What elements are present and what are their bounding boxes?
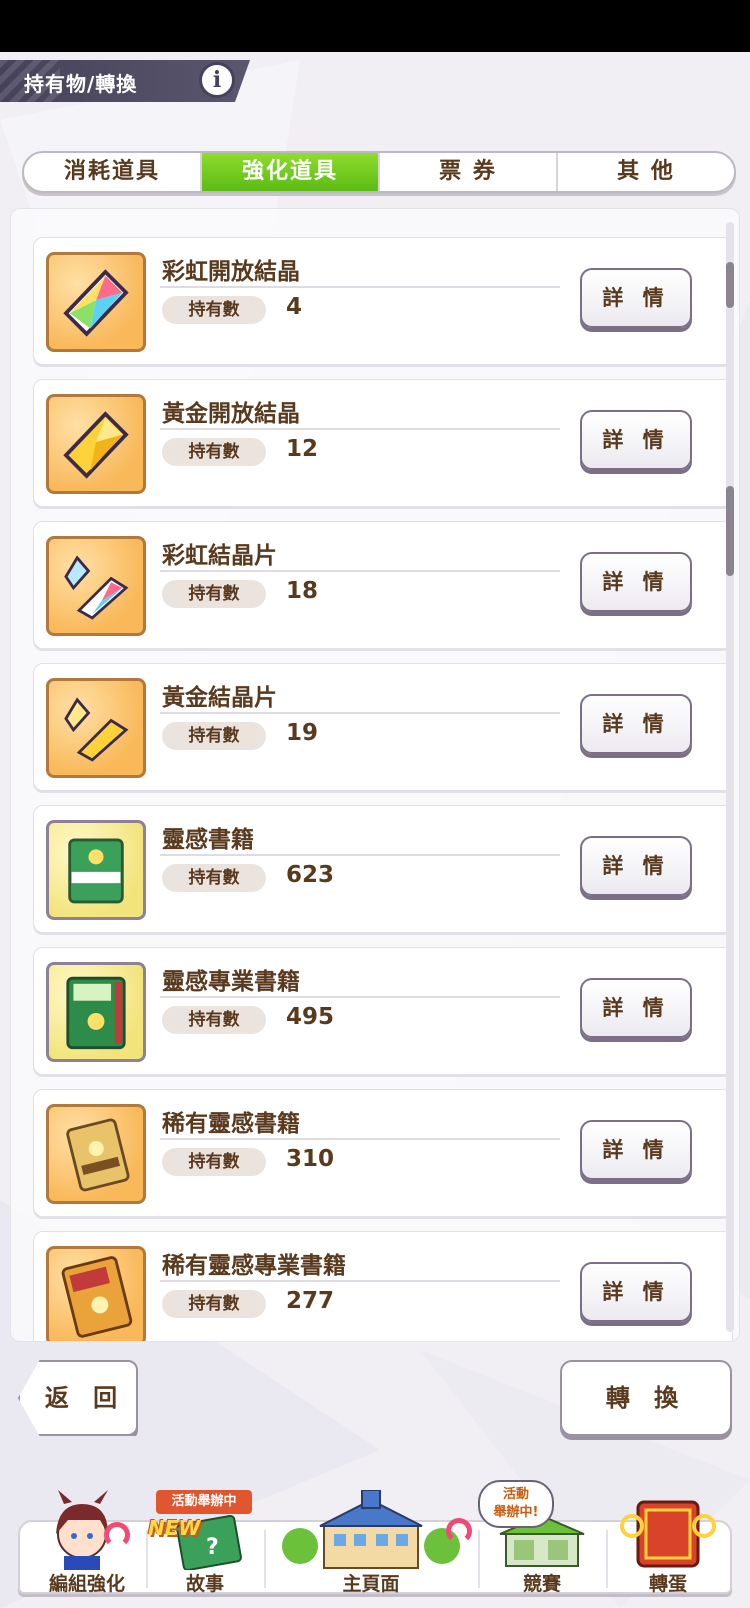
nav-label: 主頁面 <box>342 1573 400 1595</box>
list-item: 黃金結晶片 持有數 19 詳 情 <box>33 663 733 791</box>
qty-value: 19 <box>286 720 319 746</box>
detail-button[interactable]: 詳 情 <box>580 1120 692 1180</box>
new-badge: NEW <box>148 1516 201 1540</box>
divider <box>160 570 560 572</box>
list-item: 靈感書籍 持有數 623 詳 情 <box>33 805 733 933</box>
nav-home[interactable]: 主頁面 <box>264 1489 478 1602</box>
item-name: 黃金開放結晶 <box>162 401 300 427</box>
notification-icon <box>446 1518 472 1544</box>
divider <box>160 854 560 856</box>
qty-value: 18 <box>286 578 319 604</box>
category-tabs: 消耗道具 強化道具 票 券 其 他 <box>22 151 736 193</box>
gold-shard-icon <box>46 678 146 778</box>
item-name: 黃金結晶片 <box>162 685 277 711</box>
pro-inspiration-book-icon <box>46 962 146 1062</box>
qty-value: 277 <box>286 1288 335 1314</box>
qty-value: 12 <box>286 436 319 462</box>
tab-consumables[interactable]: 消耗道具 <box>24 153 202 191</box>
scrollbar-thumb-upper[interactable] <box>726 262 734 308</box>
list-item: 稀有靈感書籍 持有數 310 詳 情 <box>33 1089 733 1217</box>
qty-value: 4 <box>286 294 303 320</box>
svg-text:?: ? <box>206 1535 219 1560</box>
detail-button[interactable]: 詳 情 <box>580 1262 692 1322</box>
qty-value: 310 <box>286 1146 335 1172</box>
divider <box>160 1280 560 1282</box>
tab-tickets[interactable]: 票 券 <box>380 153 558 191</box>
list-item: 稀有靈感專業書籍 持有數 277 詳 情 <box>33 1231 733 1341</box>
inspiration-book-icon <box>46 820 146 920</box>
detail-button[interactable]: 詳 情 <box>580 268 692 328</box>
list-item: 彩虹結晶片 持有數 18 詳 情 <box>33 521 733 649</box>
nav-label: 競賽 <box>522 1573 561 1595</box>
nav-label: 轉蛋 <box>648 1573 687 1595</box>
rare-inspiration-book-icon <box>46 1104 146 1204</box>
detail-button[interactable]: 詳 情 <box>580 552 692 612</box>
scrollbar-track[interactable] <box>726 222 734 1332</box>
detail-button[interactable]: 詳 情 <box>580 410 692 470</box>
detail-button[interactable]: 詳 情 <box>580 694 692 754</box>
divider <box>160 428 560 430</box>
info-icon[interactable]: i <box>199 62 235 98</box>
qty-label: 持有數 <box>162 1290 266 1318</box>
qty-label: 持有數 <box>162 864 266 892</box>
page-title: 持有物/轉換 <box>24 72 138 96</box>
active-badge-line2: 舉辦中! <box>493 1505 539 1520</box>
qty-label: 持有數 <box>162 722 266 750</box>
nav-label: 故事 <box>185 1573 224 1595</box>
item-name: 稀有靈感專業書籍 <box>162 1253 346 1279</box>
gacha-icon <box>606 1490 730 1570</box>
event-badge: 活動舉辦中 <box>156 1490 252 1514</box>
nav-gacha[interactable]: 轉蛋 <box>606 1490 730 1602</box>
divider <box>160 712 560 714</box>
detail-button[interactable]: 詳 情 <box>580 836 692 896</box>
qty-label: 持有數 <box>162 438 266 466</box>
list-item: 彩虹開放結晶 持有數 4 詳 情 <box>33 237 733 365</box>
nav-team-enhance[interactable]: 編組強化 <box>28 1490 146 1602</box>
qty-value: 623 <box>286 862 335 888</box>
status-bar <box>0 0 750 52</box>
convert-button[interactable]: 轉 換 <box>560 1360 732 1436</box>
gold-crystal-icon <box>46 394 146 494</box>
tab-others[interactable]: 其 他 <box>558 153 734 191</box>
qty-value: 495 <box>286 1004 335 1030</box>
item-name: 彩虹開放結晶 <box>162 259 300 285</box>
divider <box>160 286 560 288</box>
rainbow-shard-icon <box>46 536 146 636</box>
back-button[interactable]: 返 回 <box>18 1360 138 1436</box>
item-name: 靈感專業書籍 <box>162 969 300 995</box>
qty-label: 持有數 <box>162 580 266 608</box>
qty-label: 持有數 <box>162 1148 266 1176</box>
item-name: 彩虹結晶片 <box>162 543 277 569</box>
rare-pro-inspiration-book-icon <box>46 1246 146 1341</box>
list-item: 靈感專業書籍 持有數 495 詳 情 <box>33 947 733 1075</box>
active-event-badge: 活動 舉辦中! <box>478 1480 554 1528</box>
notification-icon <box>104 1522 130 1548</box>
item-name: 稀有靈感書籍 <box>162 1111 300 1137</box>
qty-label: 持有數 <box>162 296 266 324</box>
nav-label: 編組強化 <box>48 1573 125 1595</box>
qty-label: 持有數 <box>162 1006 266 1034</box>
active-badge-line1: 活動 <box>502 1487 529 1502</box>
tab-enhancement[interactable]: 強化道具 <box>202 153 380 191</box>
item-list[interactable]: 彩虹開放結晶 持有數 4 詳 情 黃金開放結晶 持有數 12 詳 情 彩虹結晶片… <box>10 208 740 1342</box>
detail-button[interactable]: 詳 情 <box>580 978 692 1038</box>
rainbow-crystal-icon <box>46 252 146 352</box>
item-name: 靈感書籍 <box>162 827 254 853</box>
divider <box>160 1138 560 1140</box>
list-item: 黃金開放結晶 持有數 12 詳 情 <box>33 379 733 507</box>
divider <box>160 996 560 998</box>
scrollbar-thumb[interactable] <box>726 486 734 576</box>
